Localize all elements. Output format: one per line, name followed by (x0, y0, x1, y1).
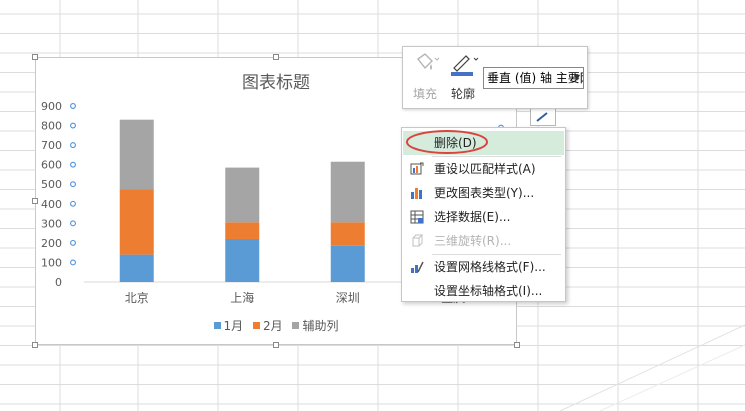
brush-icon (536, 112, 548, 122)
gridline-selection-handle[interactable] (70, 122, 76, 129)
chart-element-select-value: 垂直 (值) 轴 主要网格线 (487, 71, 583, 85)
reset-style-icon (410, 162, 424, 175)
outline-button[interactable]: 轮廓 (445, 51, 481, 103)
menu-item-select-data[interactable]: 选择数据(E)... (403, 205, 564, 229)
chevron-down-icon: ▼ (573, 73, 580, 82)
y-tick-label: 200 (41, 237, 62, 250)
menu-item-format-gridlines-label: 设置网格线格式(F)... (434, 260, 546, 274)
legend-item-1: 1月 (213, 317, 244, 334)
bar-segment[interactable] (119, 119, 154, 190)
menu-item-3d-rotation[interactable]: 三维旋转(R)... (403, 229, 564, 253)
y-tick-label: 0 (55, 276, 62, 289)
menu-item-format-gridlines[interactable]: 设置网格线格式(F)... (403, 255, 564, 279)
gridline-selection-handle[interactable] (70, 103, 76, 109)
gridline-format-icon (411, 261, 424, 273)
y-tick-label: 800 (41, 120, 62, 133)
bar-segment[interactable] (225, 238, 260, 282)
gridline-selection-handle[interactable] (70, 259, 76, 266)
mini-toolbar: 填充 轮廓 垂直 (值) 轴 主要网格线 ▼ (402, 46, 588, 109)
menu-item-reset-style-label: 重设以匹配样式(A) (434, 162, 536, 176)
legend-item-3: 辅助列 (292, 317, 338, 334)
y-tick-label: 500 (41, 178, 62, 191)
x-tick-label: 深圳 (336, 291, 360, 305)
gridline-selection-handle[interactable] (70, 220, 76, 227)
resize-handle-top[interactable] (273, 54, 279, 60)
legend-label-3: 辅助列 (302, 319, 339, 333)
bar-segment[interactable] (330, 222, 365, 246)
legend-label-2: 2月 (262, 319, 283, 333)
y-tick-label: 100 (41, 256, 62, 269)
menu-item-change-chart-type[interactable]: 更改图表类型(Y)... (403, 181, 564, 205)
resize-handle-bottom[interactable] (273, 342, 279, 348)
bar-segment[interactable] (119, 254, 154, 282)
chart-type-icon (411, 188, 422, 199)
legend-label-1: 1月 (223, 319, 244, 333)
rotate-3d-icon (412, 234, 424, 247)
fill-button[interactable]: 填充 (409, 51, 441, 103)
gridline-selection-handle[interactable] (70, 161, 76, 168)
menu-item-3d-rotation-label: 三维旋转(R)... (434, 234, 512, 248)
y-tick-label: 700 (41, 139, 62, 152)
outline-pen-icon (451, 55, 479, 76)
y-tick-label: 900 (41, 100, 62, 113)
resize-handle-bottom-left[interactable] (32, 342, 38, 348)
y-tick-label: 300 (41, 217, 62, 230)
bar-segment[interactable] (330, 161, 365, 223)
y-tick-label: 600 (41, 159, 62, 172)
select-data-icon (410, 210, 424, 224)
bar-segment[interactable] (225, 222, 260, 239)
outline-label: 轮廓 (451, 87, 476, 101)
paint-bucket-icon (416, 53, 440, 70)
highlight-ring (406, 130, 488, 154)
legend-item-2: 2月 (252, 317, 283, 334)
bar-segment[interactable] (225, 167, 260, 223)
menu-item-select-data-label: 选择数据(E)... (434, 210, 511, 224)
bar-segment[interactable] (330, 245, 365, 282)
resize-handle-top-left[interactable] (32, 54, 38, 60)
bar-segment[interactable] (119, 189, 154, 255)
y-tick-label: 400 (41, 198, 62, 211)
menu-item-format-axis-label: 设置坐标轴格式(I)... (434, 284, 543, 298)
gridline-selection-handle[interactable] (70, 181, 76, 188)
chart-element-select[interactable]: 垂直 (值) 轴 主要网格线 ▼ (483, 67, 584, 89)
legend-swatch-2 (252, 322, 260, 329)
legend-swatch-1 (213, 322, 221, 329)
resize-handle-left[interactable] (32, 198, 38, 204)
chart-legend[interactable]: 1月 2月 辅助列 (36, 317, 516, 334)
x-tick-label: 上海 (230, 290, 254, 305)
legend-swatch-3 (292, 322, 300, 329)
gridline-selection-handle[interactable] (70, 142, 76, 149)
resize-handle-bottom-right[interactable] (514, 342, 520, 348)
menu-item-reset-style[interactable]: 重设以匹配样式(A) (403, 157, 564, 181)
fill-label: 填充 (413, 87, 438, 101)
menu-item-format-axis[interactable]: 设置坐标轴格式(I)... (403, 279, 564, 303)
chart-styles-button[interactable] (530, 108, 556, 126)
x-tick-label: 北京 (125, 291, 149, 305)
menu-item-change-chart-type-label: 更改图表类型(Y)... (434, 186, 535, 200)
gridline-selection-handle[interactable] (70, 200, 76, 207)
gridline-selection-handle[interactable] (70, 239, 76, 246)
